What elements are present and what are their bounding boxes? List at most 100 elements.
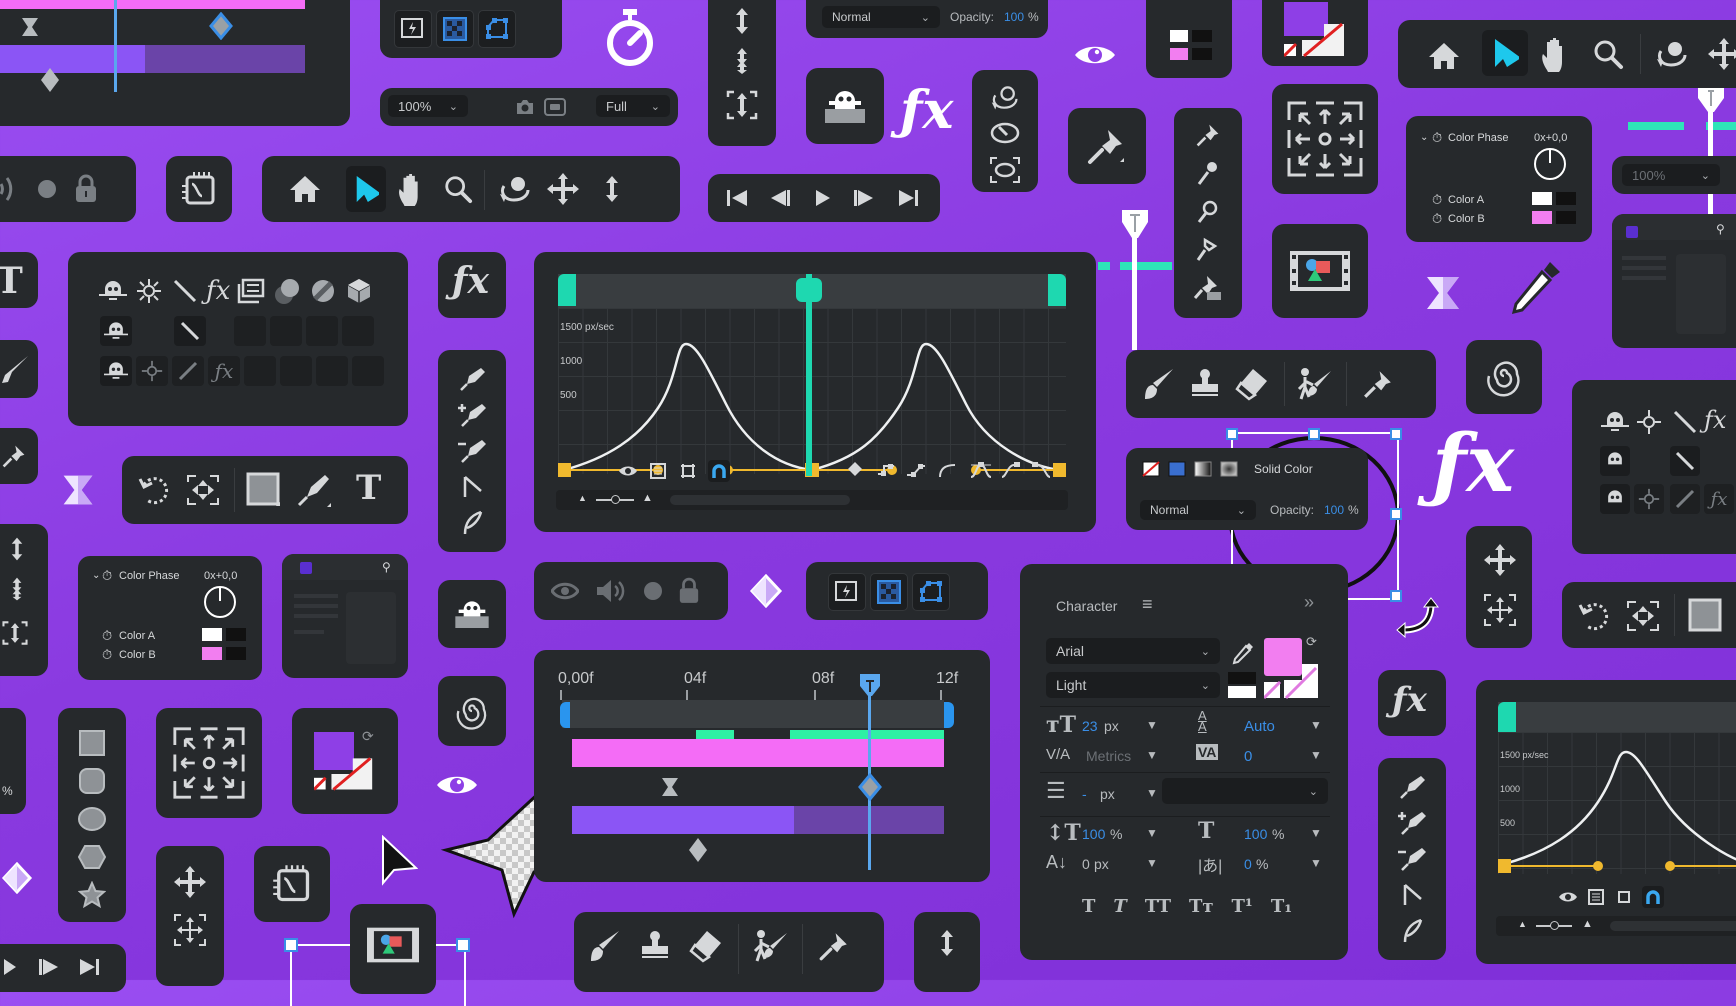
switch-empty[interactable] — [280, 356, 312, 386]
panel-menu-icon[interactable]: ≡ — [1142, 594, 1153, 615]
arrow-up-down-icon[interactable] — [592, 168, 632, 210]
keyframe-type-icon[interactable] — [846, 460, 866, 480]
switch-empty[interactable] — [234, 316, 266, 346]
transparency-grid-icon[interactable] — [436, 10, 474, 48]
move-bracket-icon[interactable] — [170, 910, 210, 950]
move-tool-icon[interactable] — [1704, 34, 1736, 74]
add-vertex-icon[interactable] — [1396, 808, 1428, 838]
show-snapshot-icon[interactable] — [544, 96, 566, 118]
undo-rotate-icon[interactable] — [136, 472, 174, 508]
quality-icon[interactable] — [170, 276, 200, 306]
orbit-camera-icon[interactable] — [986, 82, 1024, 114]
selection-handle[interactable] — [1226, 428, 1238, 440]
kerning-value[interactable]: Metrics — [1086, 748, 1131, 764]
puppet-position-pin-icon[interactable] — [1192, 120, 1224, 150]
kerning-dropdown-icon[interactable]: ▼ — [1146, 748, 1158, 762]
fill-opacity-value[interactable]: 100 — [1324, 503, 1344, 517]
small-caps-button[interactable]: Tт — [1189, 896, 1214, 917]
shy-switch-on[interactable] — [1600, 446, 1630, 476]
switch-empty[interactable] — [316, 356, 348, 386]
keyframe-selected-icon[interactable] — [856, 772, 884, 802]
arrow-up-down-double-icon[interactable] — [728, 46, 756, 76]
range-handle-start[interactable] — [1498, 702, 1516, 732]
selection-handle[interactable] — [284, 938, 298, 952]
easy-ease-in-icon[interactable] — [1000, 460, 1022, 480]
selection-tool-icon[interactable] — [346, 166, 386, 212]
mask-path-icon[interactable] — [478, 10, 516, 48]
baseline-shift-value[interactable]: 0 — [1082, 856, 1090, 872]
switch-empty[interactable] — [306, 316, 338, 346]
snapshot-camera-icon[interactable] — [514, 96, 536, 118]
stopwatch-icon[interactable]: ⏱ — [1432, 211, 1442, 227]
shy-switch-on[interactable] — [100, 356, 132, 386]
graph-options-icon[interactable] — [1586, 888, 1606, 906]
swap-icon[interactable] — [1192, 48, 1212, 60]
font-size-value[interactable]: 23 — [1082, 718, 1098, 734]
roto-brush-icon[interactable] — [0, 352, 32, 386]
layer-bar-purple-dim[interactable] — [145, 45, 305, 73]
collapse-switch-dim[interactable] — [1634, 484, 1664, 514]
arrow-up-down-bracket-icon[interactable] — [724, 88, 760, 122]
fx-switch-dim[interactable]: ƒx — [1704, 484, 1734, 514]
range-handle-start[interactable] — [558, 274, 576, 306]
convert-vertex-icon[interactable] — [1396, 880, 1428, 910]
puppet-pin-icon[interactable] — [1358, 366, 1398, 402]
3d-layer-icon[interactable] — [344, 276, 374, 306]
tsume-value[interactable]: 0 — [1244, 856, 1252, 872]
play-icon[interactable] — [810, 186, 836, 210]
phase-dial[interactable] — [204, 586, 236, 618]
mask-path-icon[interactable] — [912, 573, 950, 611]
puppet-pin-icon[interactable] — [814, 928, 854, 964]
selection-handle[interactable] — [1308, 428, 1320, 440]
puppet-starch-pin-icon[interactable] — [1192, 234, 1224, 264]
playhead-handle-icon[interactable] — [858, 672, 882, 698]
spiral-icon[interactable] — [1480, 352, 1528, 400]
all-caps-button[interactable]: TT — [1145, 896, 1171, 917]
rotate-orbit-icon[interactable] — [1652, 34, 1692, 74]
stopwatch-icon[interactable]: ⏱ — [102, 628, 112, 644]
transform-box-icon[interactable] — [678, 462, 698, 480]
font-family-select[interactable]: Arial ⌄ — [1046, 638, 1220, 664]
move-tool-icon[interactable] — [542, 168, 584, 210]
stroke-color-swatch[interactable] — [1264, 662, 1320, 700]
arrow-up-down-icon[interactable] — [728, 6, 756, 36]
delete-vertex-icon[interactable] — [1396, 844, 1428, 874]
fill-radial-gradient-icon[interactable] — [1218, 458, 1240, 480]
color-phase-value[interactable]: 0x+0,0 — [1534, 132, 1567, 144]
move-tool-icon[interactable] — [1480, 540, 1520, 580]
footage-film-icon[interactable] — [360, 920, 426, 970]
phase-dial[interactable] — [1534, 148, 1566, 180]
keyframe-icon[interactable] — [38, 66, 62, 94]
polygon-shape-icon[interactable] — [76, 842, 108, 872]
zoom-tool-icon[interactable] — [438, 168, 478, 210]
lock-icon[interactable] — [676, 576, 702, 606]
eye-icon[interactable] — [550, 578, 580, 604]
eraser-icon[interactable] — [688, 928, 724, 964]
color-b-swatch[interactable] — [202, 647, 222, 660]
brush-tool-icon[interactable] — [1142, 366, 1176, 402]
add-vertex-icon[interactable] — [456, 400, 488, 430]
quality-switch-dim[interactable] — [172, 356, 204, 386]
arrow-up-down-bracket-icon[interactable] — [0, 616, 32, 650]
hand-tool-icon[interactable] — [392, 168, 432, 210]
playhead-line[interactable] — [114, 0, 117, 92]
audio-icon[interactable] — [0, 172, 24, 206]
color-phase-value[interactable]: 0x+0,0 — [204, 570, 237, 582]
collapse-switch-dim[interactable] — [136, 356, 168, 386]
horizontal-scale-dropdown-icon[interactable]: ▼ — [1310, 826, 1322, 840]
tracking-dropdown-icon[interactable]: ▼ — [1310, 748, 1322, 762]
brush-tool-icon[interactable] — [588, 928, 622, 964]
stroke-style-select[interactable]: ⌄ — [1162, 778, 1328, 804]
switch-empty[interactable] — [352, 356, 384, 386]
layer-bar-pink[interactable] — [0, 0, 305, 9]
motion-blur-icon[interactable] — [272, 276, 302, 306]
search-icon[interactable]: ⚲ — [382, 560, 391, 574]
zoom-out-mountain-icon[interactable]: ▲ — [578, 493, 587, 503]
velocity-curve[interactable] — [558, 308, 1066, 478]
graph-scrollbar[interactable] — [670, 495, 850, 505]
effect-fx-icon[interactable]: ƒx — [452, 260, 489, 302]
vertical-scale-dropdown-icon[interactable]: ▼ — [1146, 826, 1158, 840]
convert-vertex-icon[interactable] — [456, 472, 488, 502]
convert-linear-icon[interactable] — [906, 460, 926, 480]
selection-handle[interactable] — [456, 938, 470, 952]
